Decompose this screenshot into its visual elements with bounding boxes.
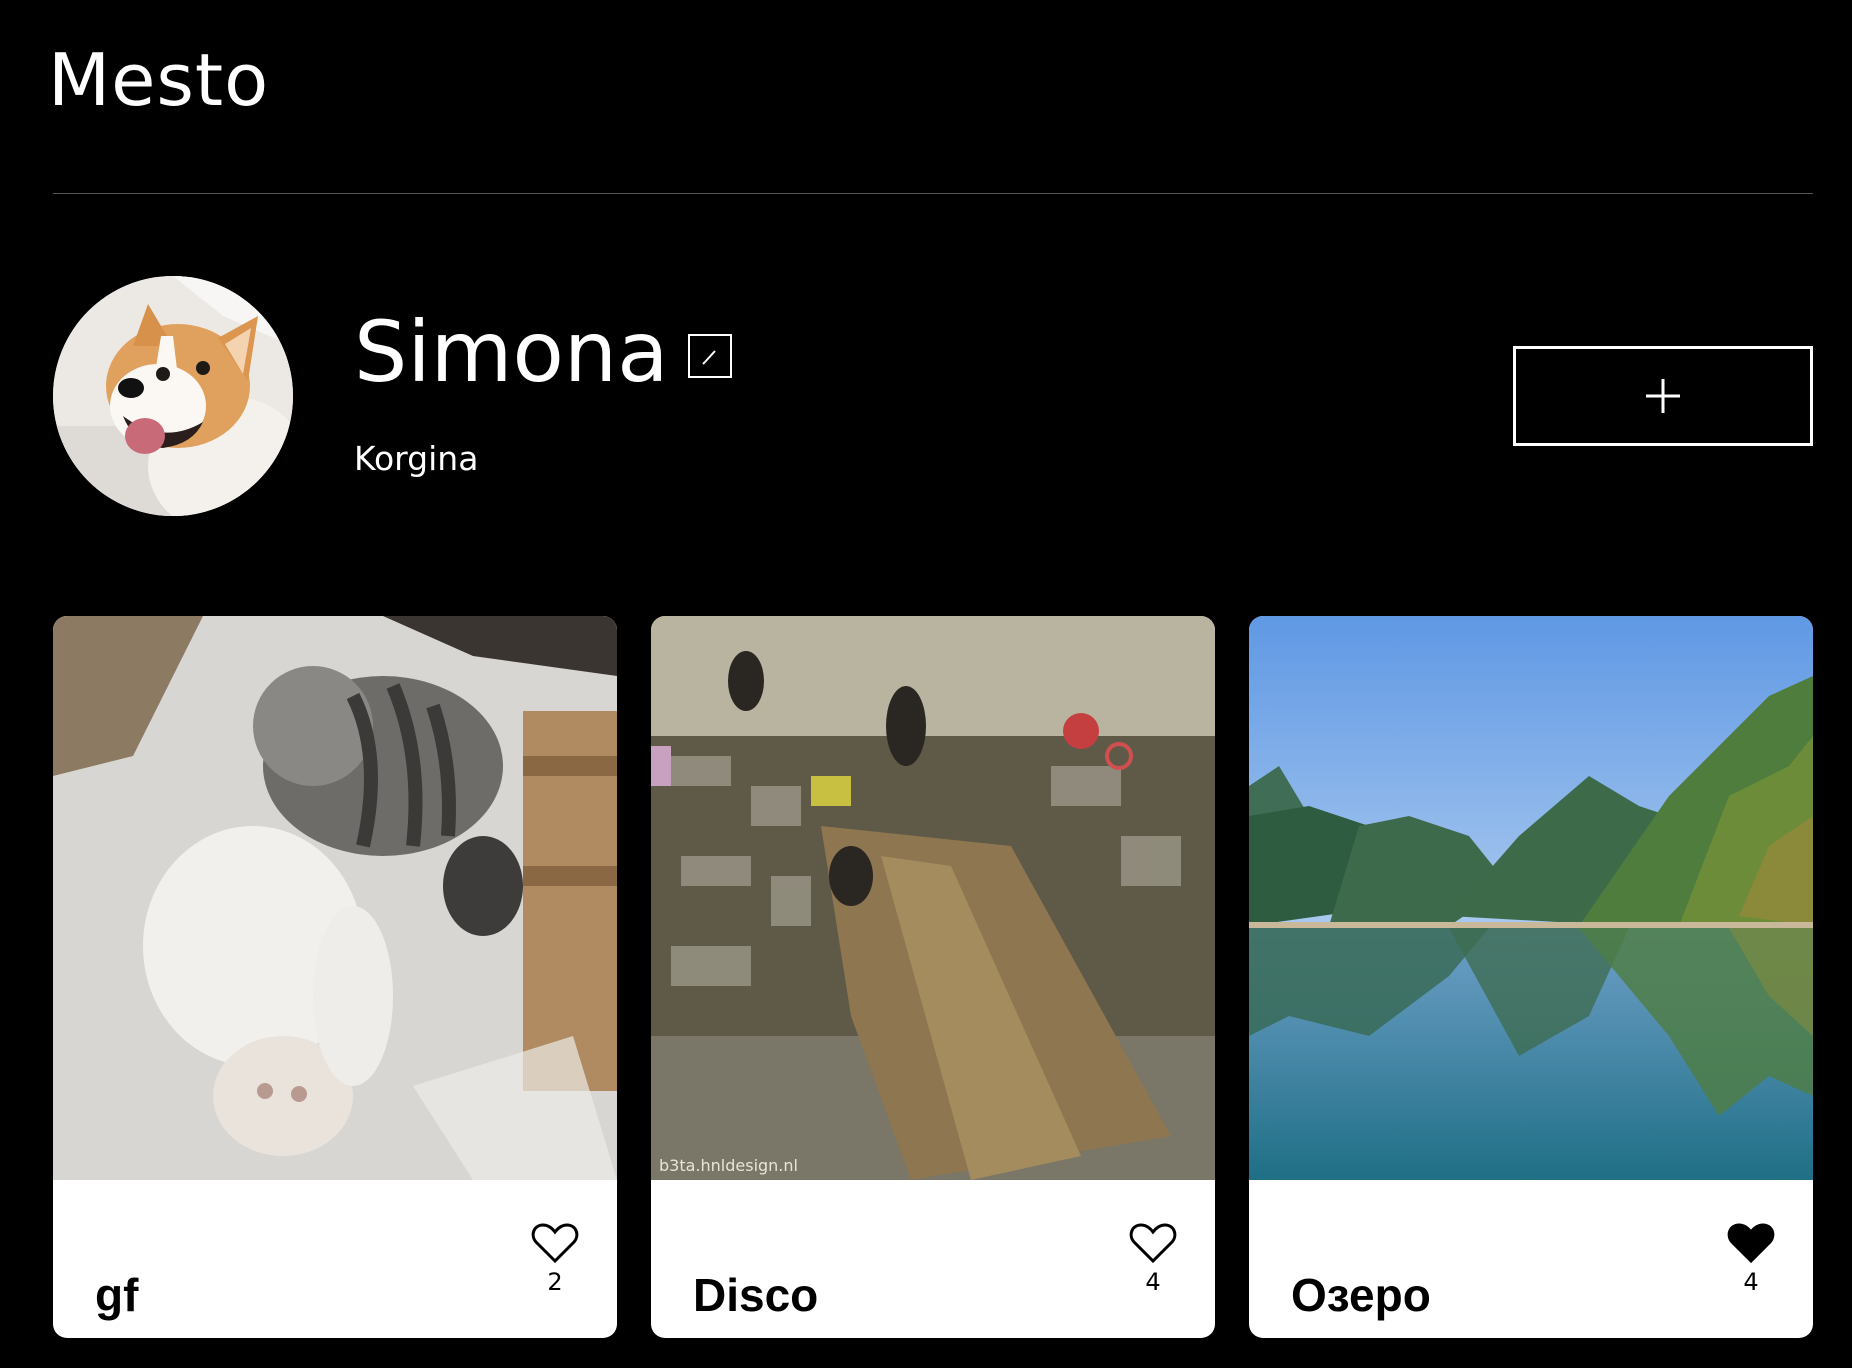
plus-icon xyxy=(1646,379,1680,413)
heart-outline-icon xyxy=(1129,1223,1177,1264)
cats-playing-image xyxy=(53,616,617,1180)
edit-profile-button[interactable] xyxy=(688,334,732,378)
cards-grid: gf 2 b3ta.hnldesign.nl Disco 4 Озеро 4 xyxy=(53,616,1813,1338)
card-image[interactable]: b3ta.hnldesign.nl xyxy=(651,616,1215,1180)
like-group: 2 xyxy=(531,1222,579,1294)
card: gf 2 xyxy=(53,616,617,1338)
like-count: 4 xyxy=(1145,1268,1161,1296)
heart-filled-icon xyxy=(1727,1223,1775,1264)
card-image[interactable] xyxy=(53,616,617,1180)
like-count: 4 xyxy=(1743,1268,1759,1296)
card: Озеро 4 xyxy=(1249,616,1813,1338)
like-button[interactable] xyxy=(1129,1222,1177,1264)
image-watermark: b3ta.hnldesign.nl xyxy=(659,1156,798,1175)
like-count: 2 xyxy=(547,1268,563,1296)
disco-blur-image: b3ta.hnldesign.nl xyxy=(651,616,1215,1180)
add-card-button[interactable] xyxy=(1513,346,1813,446)
mountain-lake-image xyxy=(1249,616,1813,1180)
like-button[interactable] xyxy=(531,1222,579,1264)
like-button-active[interactable] xyxy=(1727,1222,1775,1264)
corgi-avatar-image xyxy=(53,276,293,516)
page: Mesto Simona Korgina gf 2 b3ta.hnldesign… xyxy=(0,0,1852,1368)
card-title: gf xyxy=(95,1269,139,1322)
avatar[interactable] xyxy=(53,276,293,516)
header-divider xyxy=(53,193,1813,194)
like-group: 4 xyxy=(1129,1222,1177,1294)
card-title: Озеро xyxy=(1291,1269,1431,1322)
profile-name: Simona xyxy=(354,303,669,401)
like-group: 4 xyxy=(1727,1222,1775,1294)
profile-about: Korgina xyxy=(354,439,479,478)
card-title: Disco xyxy=(693,1269,819,1322)
pencil-icon xyxy=(702,350,716,365)
heart-outline-icon xyxy=(531,1223,579,1264)
card-image[interactable] xyxy=(1249,616,1813,1180)
logo[interactable]: Mesto xyxy=(48,44,269,116)
card: b3ta.hnldesign.nl Disco 4 xyxy=(651,616,1215,1338)
